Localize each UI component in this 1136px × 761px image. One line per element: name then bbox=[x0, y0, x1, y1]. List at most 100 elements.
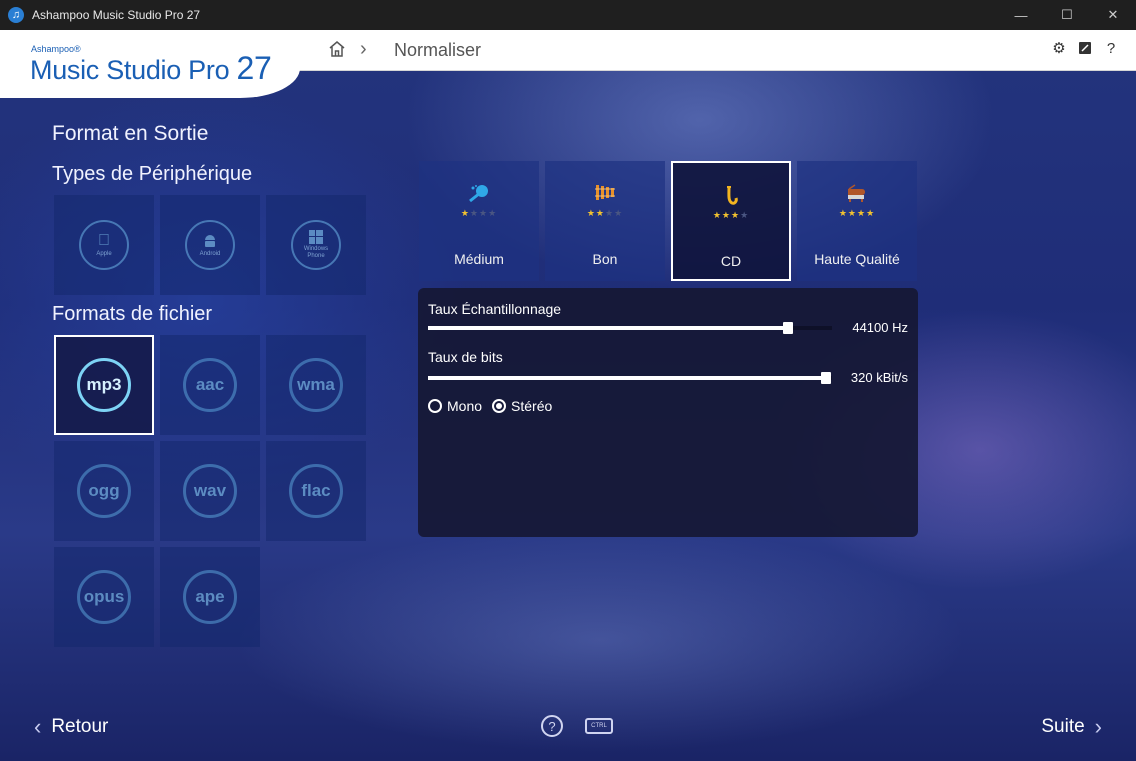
bitrate-slider[interactable] bbox=[428, 372, 832, 384]
device-tile-apple[interactable]:  Apple bbox=[54, 195, 154, 295]
mono-radio[interactable] bbox=[428, 399, 442, 413]
format-label: ape bbox=[183, 570, 237, 624]
help-icon[interactable]: ? bbox=[541, 715, 563, 737]
star-filled-icon: ★ bbox=[460, 208, 470, 218]
logo: Ashampoo® Music Studio Pro 27 bbox=[0, 30, 300, 98]
minimize-button[interactable]: — bbox=[998, 0, 1044, 30]
format-tile-wav[interactable]: wav bbox=[160, 441, 260, 541]
format-label: wma bbox=[289, 358, 343, 412]
settings-panel: Taux Échantillonnage 44100 Hz Taux de bi… bbox=[418, 288, 918, 537]
logo-product: Music Studio Pro bbox=[30, 55, 230, 85]
format-label: aac bbox=[183, 358, 237, 412]
file-formats-heading: Formats de fichier bbox=[52, 303, 213, 325]
window-controls: — ☐ ✕ bbox=[998, 0, 1136, 30]
mono-label: Mono bbox=[447, 398, 483, 414]
gear-icon[interactable]: ⚙ bbox=[1052, 40, 1066, 57]
chevron-left-icon: ‹ bbox=[34, 714, 42, 739]
edit-icon[interactable] bbox=[1078, 41, 1092, 55]
bitrate-label: Taux de bits bbox=[428, 349, 503, 365]
rating-stars: ★★★★ bbox=[419, 208, 539, 219]
format-tile-aac[interactable]: aac bbox=[160, 335, 260, 435]
sample-rate-slider[interactable] bbox=[428, 322, 832, 334]
star-empty-icon: ★ bbox=[469, 208, 479, 218]
quality-tile-haute-qualite[interactable]: ★★★★ Haute Qualité bbox=[797, 161, 917, 281]
star-empty-icon: ★ bbox=[740, 210, 750, 220]
logo-name: Music Studio Pro 27 bbox=[30, 50, 272, 87]
device-circle:  Apple bbox=[79, 220, 129, 270]
device-types-heading: Types de Périphérique bbox=[52, 163, 253, 185]
format-label: opus bbox=[77, 570, 131, 624]
rating-stars: ★★★★ bbox=[545, 208, 665, 219]
flute-icon bbox=[468, 183, 490, 209]
device-label: Windows Phone bbox=[303, 246, 329, 259]
chevron-right-icon: › bbox=[360, 38, 367, 60]
logo-version: 27 bbox=[236, 50, 272, 86]
star-filled-icon: ★ bbox=[712, 210, 722, 220]
star-filled-icon: ★ bbox=[847, 208, 857, 218]
next-label: Suite bbox=[1041, 716, 1085, 737]
quality-label: Bon bbox=[592, 251, 618, 267]
quality-tile-bon[interactable]: ★★★★ Bon bbox=[545, 161, 665, 281]
format-label: wav bbox=[183, 464, 237, 518]
home-icon[interactable] bbox=[328, 40, 346, 63]
star-filled-icon: ★ bbox=[731, 210, 741, 220]
page-title: Format en Sortie bbox=[52, 122, 209, 145]
xylophone-icon bbox=[594, 183, 616, 209]
saxophone-icon bbox=[721, 185, 741, 213]
back-button[interactable]: ‹ Retour bbox=[34, 714, 108, 740]
help-icon[interactable]: ? bbox=[1104, 40, 1118, 57]
close-button[interactable]: ✕ bbox=[1090, 0, 1136, 30]
sample-rate-label: Taux Échantillonnage bbox=[428, 301, 562, 317]
slider-thumb[interactable] bbox=[783, 322, 793, 334]
device-tile-windows-phone[interactable]: Windows Phone bbox=[266, 195, 366, 295]
format-label: mp3 bbox=[77, 358, 131, 412]
star-filled-icon: ★ bbox=[857, 208, 867, 218]
quality-tile-cd[interactable]: ★★★★ CD bbox=[671, 161, 791, 281]
device-tile-android[interactable]: Android bbox=[160, 195, 260, 295]
piano-icon bbox=[846, 183, 868, 209]
rating-stars: ★★★★ bbox=[797, 208, 917, 219]
format-tile-mp3[interactable]: mp3 bbox=[54, 335, 154, 435]
window-title: Ashampoo Music Studio Pro 27 bbox=[32, 8, 201, 22]
header-icons: ⚙ ? bbox=[1052, 40, 1118, 58]
device-circle: Android bbox=[185, 220, 235, 270]
star-empty-icon: ★ bbox=[479, 208, 489, 218]
sample-rate-value: 44100 Hz bbox=[852, 320, 908, 335]
format-tile-wma[interactable]: wma bbox=[266, 335, 366, 435]
format-tile-opus[interactable]: opus bbox=[54, 547, 154, 647]
star-filled-icon: ★ bbox=[721, 210, 731, 220]
star-empty-icon: ★ bbox=[614, 208, 624, 218]
chevron-right-icon: › bbox=[1094, 714, 1102, 739]
slider-fill bbox=[428, 376, 826, 380]
format-label: ogg bbox=[77, 464, 131, 518]
title-bar: ♫ Ashampoo Music Studio Pro 27 — ☐ ✕ bbox=[0, 0, 1136, 30]
star-filled-icon: ★ bbox=[866, 208, 876, 218]
quality-tile-medium[interactable]: ★★★★ Médium bbox=[419, 161, 539, 281]
star-empty-icon: ★ bbox=[488, 208, 498, 218]
device-label: Android bbox=[199, 250, 221, 257]
quality-label: Médium bbox=[454, 251, 504, 267]
format-tile-ogg[interactable]: ogg bbox=[54, 441, 154, 541]
bitrate-value: 320 kBit/s bbox=[850, 370, 908, 385]
maximize-button[interactable]: ☐ bbox=[1044, 0, 1090, 30]
stereo-radio[interactable] bbox=[492, 399, 507, 413]
android-icon bbox=[205, 234, 215, 247]
star-filled-icon: ★ bbox=[595, 208, 605, 218]
app-icon: ♫ bbox=[8, 7, 24, 23]
format-tile-flac[interactable]: flac bbox=[266, 441, 366, 541]
slider-thumb[interactable] bbox=[821, 372, 831, 384]
format-label: flac bbox=[289, 464, 343, 518]
windows-icon bbox=[309, 230, 323, 244]
device-label: Apple bbox=[96, 251, 111, 258]
breadcrumb-current: Normaliser bbox=[394, 40, 482, 60]
slider-fill bbox=[428, 326, 788, 330]
format-tile-ape[interactable]: ape bbox=[160, 547, 260, 647]
quality-label: CD bbox=[720, 253, 742, 269]
channel-options: Mono Stéréo bbox=[428, 398, 552, 414]
rating-stars: ★★★★ bbox=[673, 210, 789, 221]
device-circle: Windows Phone bbox=[291, 220, 341, 270]
star-filled-icon: ★ bbox=[838, 208, 848, 218]
next-button[interactable]: Suite › bbox=[1041, 714, 1102, 740]
star-empty-icon: ★ bbox=[605, 208, 615, 218]
keyboard-shortcuts-button[interactable]: CTRL bbox=[585, 718, 613, 734]
